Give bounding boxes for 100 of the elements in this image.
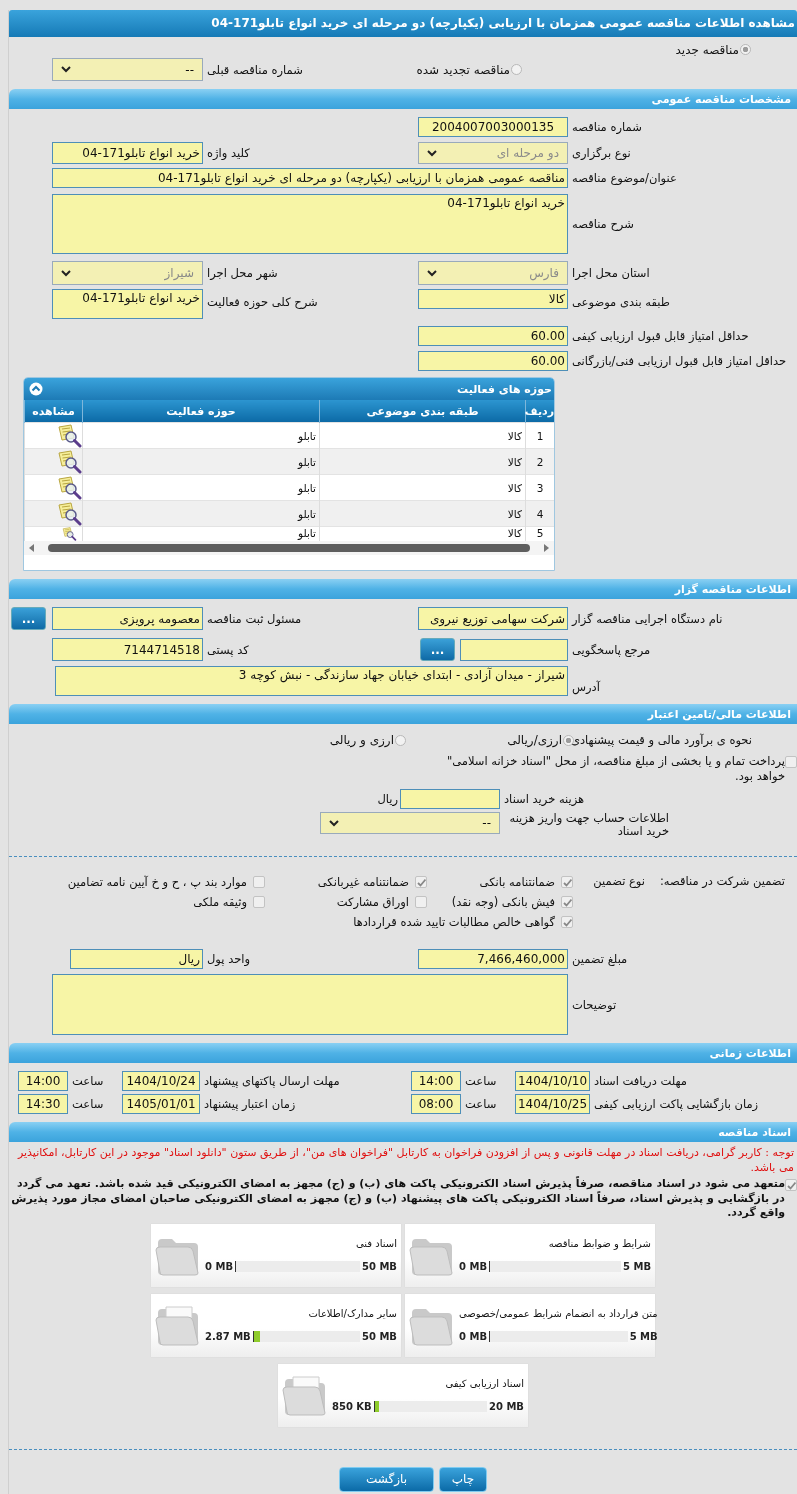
checkbox-label: پرداخت تمام و یا بخشی از مبلغ مناقصه، از محل "اسناد خزانه اسلامی" خواهد بود. bbox=[445, 754, 785, 784]
text-field[interactable]: 1405/01/01 bbox=[122, 1094, 200, 1114]
field-label: مرجع پاسخگویی bbox=[571, 642, 652, 657]
action-button[interactable]: چاپ bbox=[439, 1466, 487, 1492]
dropdown[interactable]: -- bbox=[320, 812, 500, 834]
text-field[interactable]: خرید انواع تابلو171-04 bbox=[52, 142, 203, 164]
table-cell: کالا bbox=[319, 448, 526, 475]
size-label: 5 MB bbox=[629, 1331, 658, 1342]
text-field[interactable]: ریال bbox=[70, 949, 203, 969]
field-label: اطلاعات حساب جهت واریز هزینه خرید اسناد bbox=[508, 812, 669, 838]
magnifier-document-icon[interactable] bbox=[56, 475, 82, 500]
checkbox[interactable] bbox=[253, 896, 265, 908]
text-area[interactable]: خرید انواع تابلو171-04 bbox=[52, 289, 203, 319]
field-label: توضیحات bbox=[571, 997, 618, 1012]
field-label: مهلت دریافت اسناد bbox=[593, 1074, 688, 1088]
text-field[interactable] bbox=[400, 789, 500, 809]
checkbox[interactable] bbox=[561, 876, 573, 888]
file-title: اسناد ارزیابی کیفی bbox=[444, 1378, 524, 1389]
text-field[interactable]: 08:00 bbox=[411, 1094, 461, 1114]
column-header[interactable]: مشاهده bbox=[24, 400, 83, 423]
caret-icon bbox=[427, 269, 437, 277]
text-field[interactable]: 1404/10/24 bbox=[122, 1071, 200, 1091]
text-field[interactable]: 14:00 bbox=[411, 1071, 461, 1091]
radio-button[interactable] bbox=[563, 734, 574, 746]
table-cell: کالا bbox=[319, 500, 526, 527]
field-label: طبقه بندی موضوعی bbox=[571, 294, 671, 309]
text-area[interactable] bbox=[52, 974, 568, 1035]
magnifier-document-icon[interactable] bbox=[56, 449, 82, 474]
field-label: نوع تضمین bbox=[592, 873, 645, 888]
text-field[interactable]: 60.00 bbox=[418, 351, 568, 371]
field-label: شماره مناقصه bbox=[571, 120, 643, 134]
file-title: متن قرارداد به انضمام شرایط عمومی/خصوصی bbox=[459, 1308, 658, 1319]
checkbox[interactable] bbox=[415, 896, 427, 908]
text-field[interactable]: 60.00 bbox=[418, 326, 568, 346]
table-cell: 4 bbox=[525, 500, 554, 527]
field-label: شرح کلی حوزه فعالیت bbox=[206, 294, 319, 309]
scroll-thumb[interactable] bbox=[48, 544, 530, 552]
field-label: واحد پول bbox=[206, 952, 252, 966]
text-field[interactable]: 7144714518 bbox=[52, 638, 203, 661]
radio-button[interactable] bbox=[511, 64, 522, 75]
scroll-right-icon[interactable] bbox=[542, 543, 550, 553]
text-field[interactable]: 7,466,460,000 bbox=[418, 949, 568, 969]
checkbox[interactable] bbox=[785, 756, 797, 768]
folder-icon[interactable] bbox=[282, 1373, 328, 1417]
text-field[interactable]: شرکت سهامی توزیع نیروی bbox=[418, 607, 568, 630]
field-label: استان محل اجرا bbox=[571, 266, 651, 280]
radio-button[interactable] bbox=[395, 734, 406, 746]
checkbox[interactable] bbox=[415, 876, 427, 888]
window-title: مشاهده اطلاعات مناقصه عمومی همزمان با ارزیابی (یکپارچه) دو مرحله ای خرید انواع تابلو171-04 bbox=[9, 10, 797, 37]
checkbox[interactable] bbox=[561, 896, 573, 908]
section-header: اطلاعات مالی/تامین اعتبار bbox=[9, 704, 797, 724]
collapse-icon[interactable] bbox=[29, 382, 43, 396]
field-label: نوع برگزاری bbox=[571, 146, 632, 160]
field-label: نحوه ی برآورد مالی و قیمت پیشنهادی bbox=[574, 733, 752, 747]
size-label: 0 MB bbox=[459, 1331, 487, 1342]
text-area[interactable]: شیراز - میدان آزادی - ابتدای خیابان جهاد سازندگی - نبش کوچه 3 bbox=[55, 666, 568, 696]
text-field[interactable]: 14:30 bbox=[18, 1094, 68, 1114]
unit-label: ریال bbox=[377, 792, 398, 806]
text-field[interactable]: 2004007003000135 bbox=[418, 117, 568, 137]
text-field[interactable]: 1404/10/10 bbox=[515, 1071, 590, 1091]
checkbox[interactable] bbox=[785, 1179, 797, 1191]
caret-icon bbox=[329, 819, 339, 827]
text-field[interactable]: مناقصه عمومی همزمان با ارزیابی (یکپارچه) دو مرحله ای خرید انواع تابلو171-04 bbox=[52, 168, 568, 188]
file-title: سایر مدارک/اطلاعات bbox=[307, 1308, 397, 1319]
caret-icon bbox=[427, 149, 437, 157]
section-header: اطلاعات زمانی bbox=[9, 1043, 797, 1063]
section-header: اسناد مناقصه bbox=[9, 1122, 797, 1142]
file-title: اسناد فنی bbox=[355, 1238, 397, 1249]
horizontal-scrollbar[interactable] bbox=[24, 541, 554, 555]
size-label: 5 MB bbox=[623, 1261, 651, 1272]
field-label: مسئول ثبت مناقصه bbox=[206, 611, 303, 626]
field-label: شرح مناقصه bbox=[571, 217, 635, 231]
checkbox-label: اوراق مشارکت bbox=[336, 895, 409, 909]
magnifier-document-icon[interactable] bbox=[56, 501, 82, 526]
action-button[interactable]: بازگشت bbox=[339, 1466, 434, 1492]
magnifier-document-icon[interactable] bbox=[56, 423, 82, 448]
field-label: حداقل امتیاز قابل قبول ارزیابی فنی/بازرگانی bbox=[571, 354, 788, 368]
column-header[interactable]: طبقه بندی موضوعی bbox=[319, 400, 526, 423]
folder-icon[interactable] bbox=[155, 1303, 201, 1347]
checkbox[interactable] bbox=[561, 916, 573, 928]
caret-icon bbox=[61, 269, 71, 277]
scroll-left-icon[interactable] bbox=[28, 543, 36, 553]
browse-button[interactable]: ... bbox=[11, 607, 46, 630]
browse-button[interactable]: ... bbox=[420, 638, 455, 661]
size-label: 0 MB bbox=[205, 1261, 233, 1272]
radio-button[interactable] bbox=[740, 44, 751, 55]
column-header[interactable]: ردیف bbox=[525, 400, 554, 423]
dropdown[interactable]: -- bbox=[52, 58, 203, 81]
column-header[interactable]: حوزه فعالیت bbox=[82, 400, 320, 423]
field-label: زمان بازگشایی پاکت ارزیابی کیفی bbox=[593, 1097, 760, 1111]
checkbox-label: وثیقه ملکی bbox=[193, 895, 247, 909]
text-field[interactable]: کالا bbox=[418, 289, 568, 309]
file-title: شرایط و ضوابط مناقصه bbox=[547, 1238, 651, 1249]
text-area[interactable]: خرید انواع تابلو171-04 bbox=[52, 194, 568, 254]
text-field[interactable]: معصومه پرویزی bbox=[52, 607, 203, 630]
text-field[interactable]: 14:00 bbox=[18, 1071, 68, 1091]
checkbox-label: فیش بانکی (وجه نقد) bbox=[451, 895, 555, 909]
checkbox[interactable] bbox=[253, 876, 265, 888]
text-field[interactable] bbox=[460, 638, 568, 661]
text-field[interactable]: 1404/10/25 bbox=[515, 1094, 590, 1114]
